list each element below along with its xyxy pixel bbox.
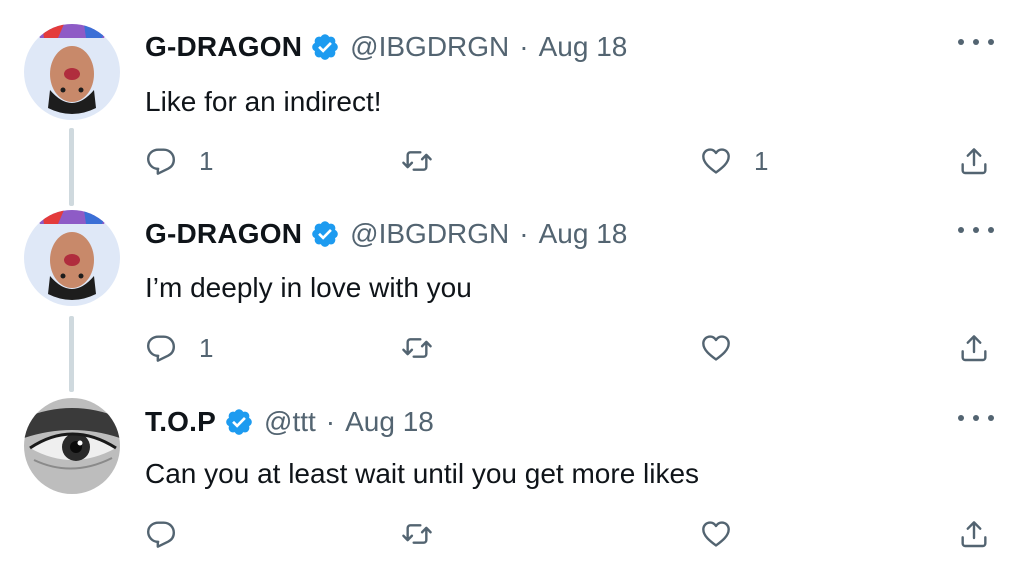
verified-badge-icon[interactable] (310, 32, 340, 62)
user-handle[interactable]: @IBGDRGN (350, 218, 509, 250)
separator: · (519, 31, 529, 62)
more-icon[interactable] (958, 408, 994, 428)
tweet-actions: 1 1 (0, 141, 1024, 181)
share-button[interactable] (958, 514, 990, 554)
display-name[interactable]: G-DRAGON (145, 218, 302, 250)
retweet-button[interactable] (401, 514, 433, 554)
tweet-text: Can you at least wait until you get more… (145, 458, 700, 489)
heart-icon (700, 332, 732, 364)
retweet-icon (401, 518, 433, 550)
retweet-button[interactable] (401, 141, 433, 181)
reply-icon (145, 518, 177, 550)
retweet-icon (401, 332, 433, 364)
display-name[interactable]: T.O.P (145, 406, 216, 438)
reply-count: 1 (199, 145, 214, 176)
more-icon[interactable] (958, 220, 994, 240)
share-icon (958, 518, 990, 550)
heart-icon (700, 518, 732, 550)
reply-count: 1 (199, 332, 214, 363)
reply-button[interactable]: 1 (145, 328, 213, 368)
avatar-image (24, 24, 120, 120)
verified-badge-icon[interactable] (310, 219, 340, 249)
reply-icon (145, 332, 177, 364)
like-count: 1 (754, 145, 769, 176)
tweet-header: T.O.P @ttt · Aug 18 (145, 402, 434, 442)
heart-icon (700, 145, 732, 177)
avatar-image (24, 398, 120, 494)
tweet-text: Like for an indirect! (145, 86, 382, 117)
gd-avatar[interactable] (24, 210, 120, 306)
share-button[interactable] (958, 328, 990, 368)
top-avatar[interactable] (24, 398, 120, 494)
tweet-text: I’m deeply in love with you (145, 272, 472, 303)
gd-avatar[interactable] (24, 24, 120, 120)
tweet-date[interactable]: Aug 18 (539, 218, 628, 250)
more-icon[interactable] (958, 32, 994, 52)
like-button[interactable] (700, 328, 754, 368)
retweet-icon (401, 145, 433, 177)
tweet-3[interactable]: T.O.P @ttt · Aug 18 Can you at least wai… (0, 392, 1024, 578)
reply-button[interactable]: 1 (145, 141, 213, 181)
share-icon (958, 145, 990, 177)
share-icon (958, 332, 990, 364)
user-handle[interactable]: @ttt (264, 406, 316, 438)
reply-icon (145, 145, 177, 177)
tweet-header: G-DRAGON @IBGDRGN · Aug 18 (145, 27, 627, 67)
tweet-actions: 1 (0, 328, 1024, 368)
retweet-button[interactable] (401, 328, 433, 368)
tweet-actions (0, 514, 1024, 554)
tweet-2[interactable]: G-DRAGON @IBGDRGN · Aug 18 I’m deeply in… (0, 206, 1024, 392)
user-handle[interactable]: @IBGDRGN (350, 31, 509, 63)
share-button[interactable] (958, 141, 990, 181)
avatar-image (24, 210, 120, 306)
like-button[interactable]: 1 (700, 141, 768, 181)
reply-button[interactable] (145, 514, 199, 554)
tweet-date[interactable]: Aug 18 (345, 406, 434, 438)
verified-badge-icon[interactable] (224, 407, 254, 437)
tweet-header: G-DRAGON @IBGDRGN · Aug 18 (145, 214, 627, 254)
display-name[interactable]: G-DRAGON (145, 31, 302, 63)
tweet-date[interactable]: Aug 18 (539, 31, 628, 63)
separator: · (519, 218, 529, 249)
tweet-1[interactable]: G-DRAGON @IBGDRGN · Aug 18 Like for an i… (0, 0, 1024, 206)
separator: · (325, 406, 336, 437)
like-button[interactable] (700, 514, 754, 554)
